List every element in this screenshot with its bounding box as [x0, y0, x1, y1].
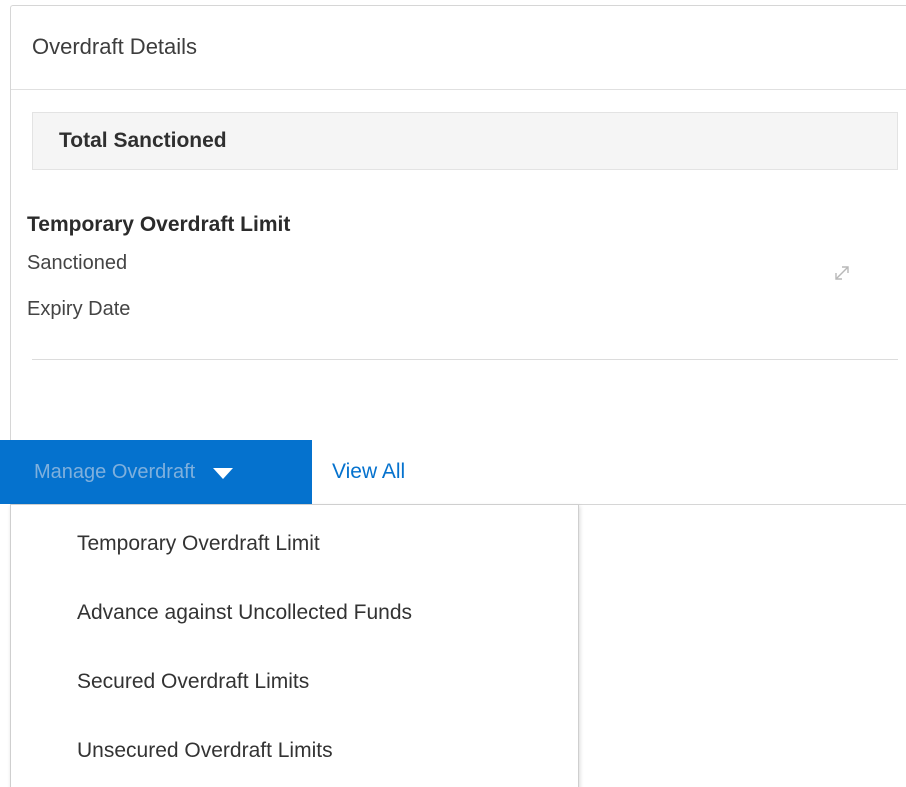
total-sanctioned-section: Total Sanctioned — [32, 112, 898, 170]
manage-overdraft-menu: Temporary Overdraft Limit Advance agains… — [10, 504, 579, 787]
menu-item-secured-overdraft-limits[interactable]: Secured Overdraft Limits — [11, 647, 578, 716]
caret-down-icon — [213, 467, 234, 479]
menu-item-unsecured-overdraft-limits[interactable]: Unsecured Overdraft Limits — [11, 716, 578, 785]
manage-overdraft-button[interactable]: Manage Overdraft — [0, 440, 312, 504]
overdraft-limit-title: Temporary Overdraft Limit — [27, 213, 291, 236]
menu-item-advance-against-uncollected-funds[interactable]: Advance against Uncollected Funds — [11, 578, 578, 647]
view-all-link[interactable]: View All — [332, 440, 405, 504]
menu-item-temporary-overdraft-limit[interactable]: Temporary Overdraft Limit — [11, 509, 578, 578]
expiry-date-label: Expiry Date — [27, 298, 131, 320]
manage-overdraft-label: Manage Overdraft — [34, 460, 196, 483]
section-label: Total Sanctioned — [59, 129, 227, 152]
card-header: Overdraft Details — [11, 6, 906, 90]
overdraft-details-card: Overdraft Details Total Sanctioned Tempo… — [10, 5, 906, 505]
sanctioned-label: Sanctioned — [27, 252, 128, 274]
page: Overdraft Details Total Sanctioned Tempo… — [0, 0, 906, 787]
card-title: Overdraft Details — [32, 33, 198, 59]
expand-arrows-icon[interactable] — [831, 262, 853, 284]
divider — [32, 359, 898, 360]
overdraft-limit-block: Temporary Overdraft Limit Sanctioned Exp… — [27, 210, 899, 332]
